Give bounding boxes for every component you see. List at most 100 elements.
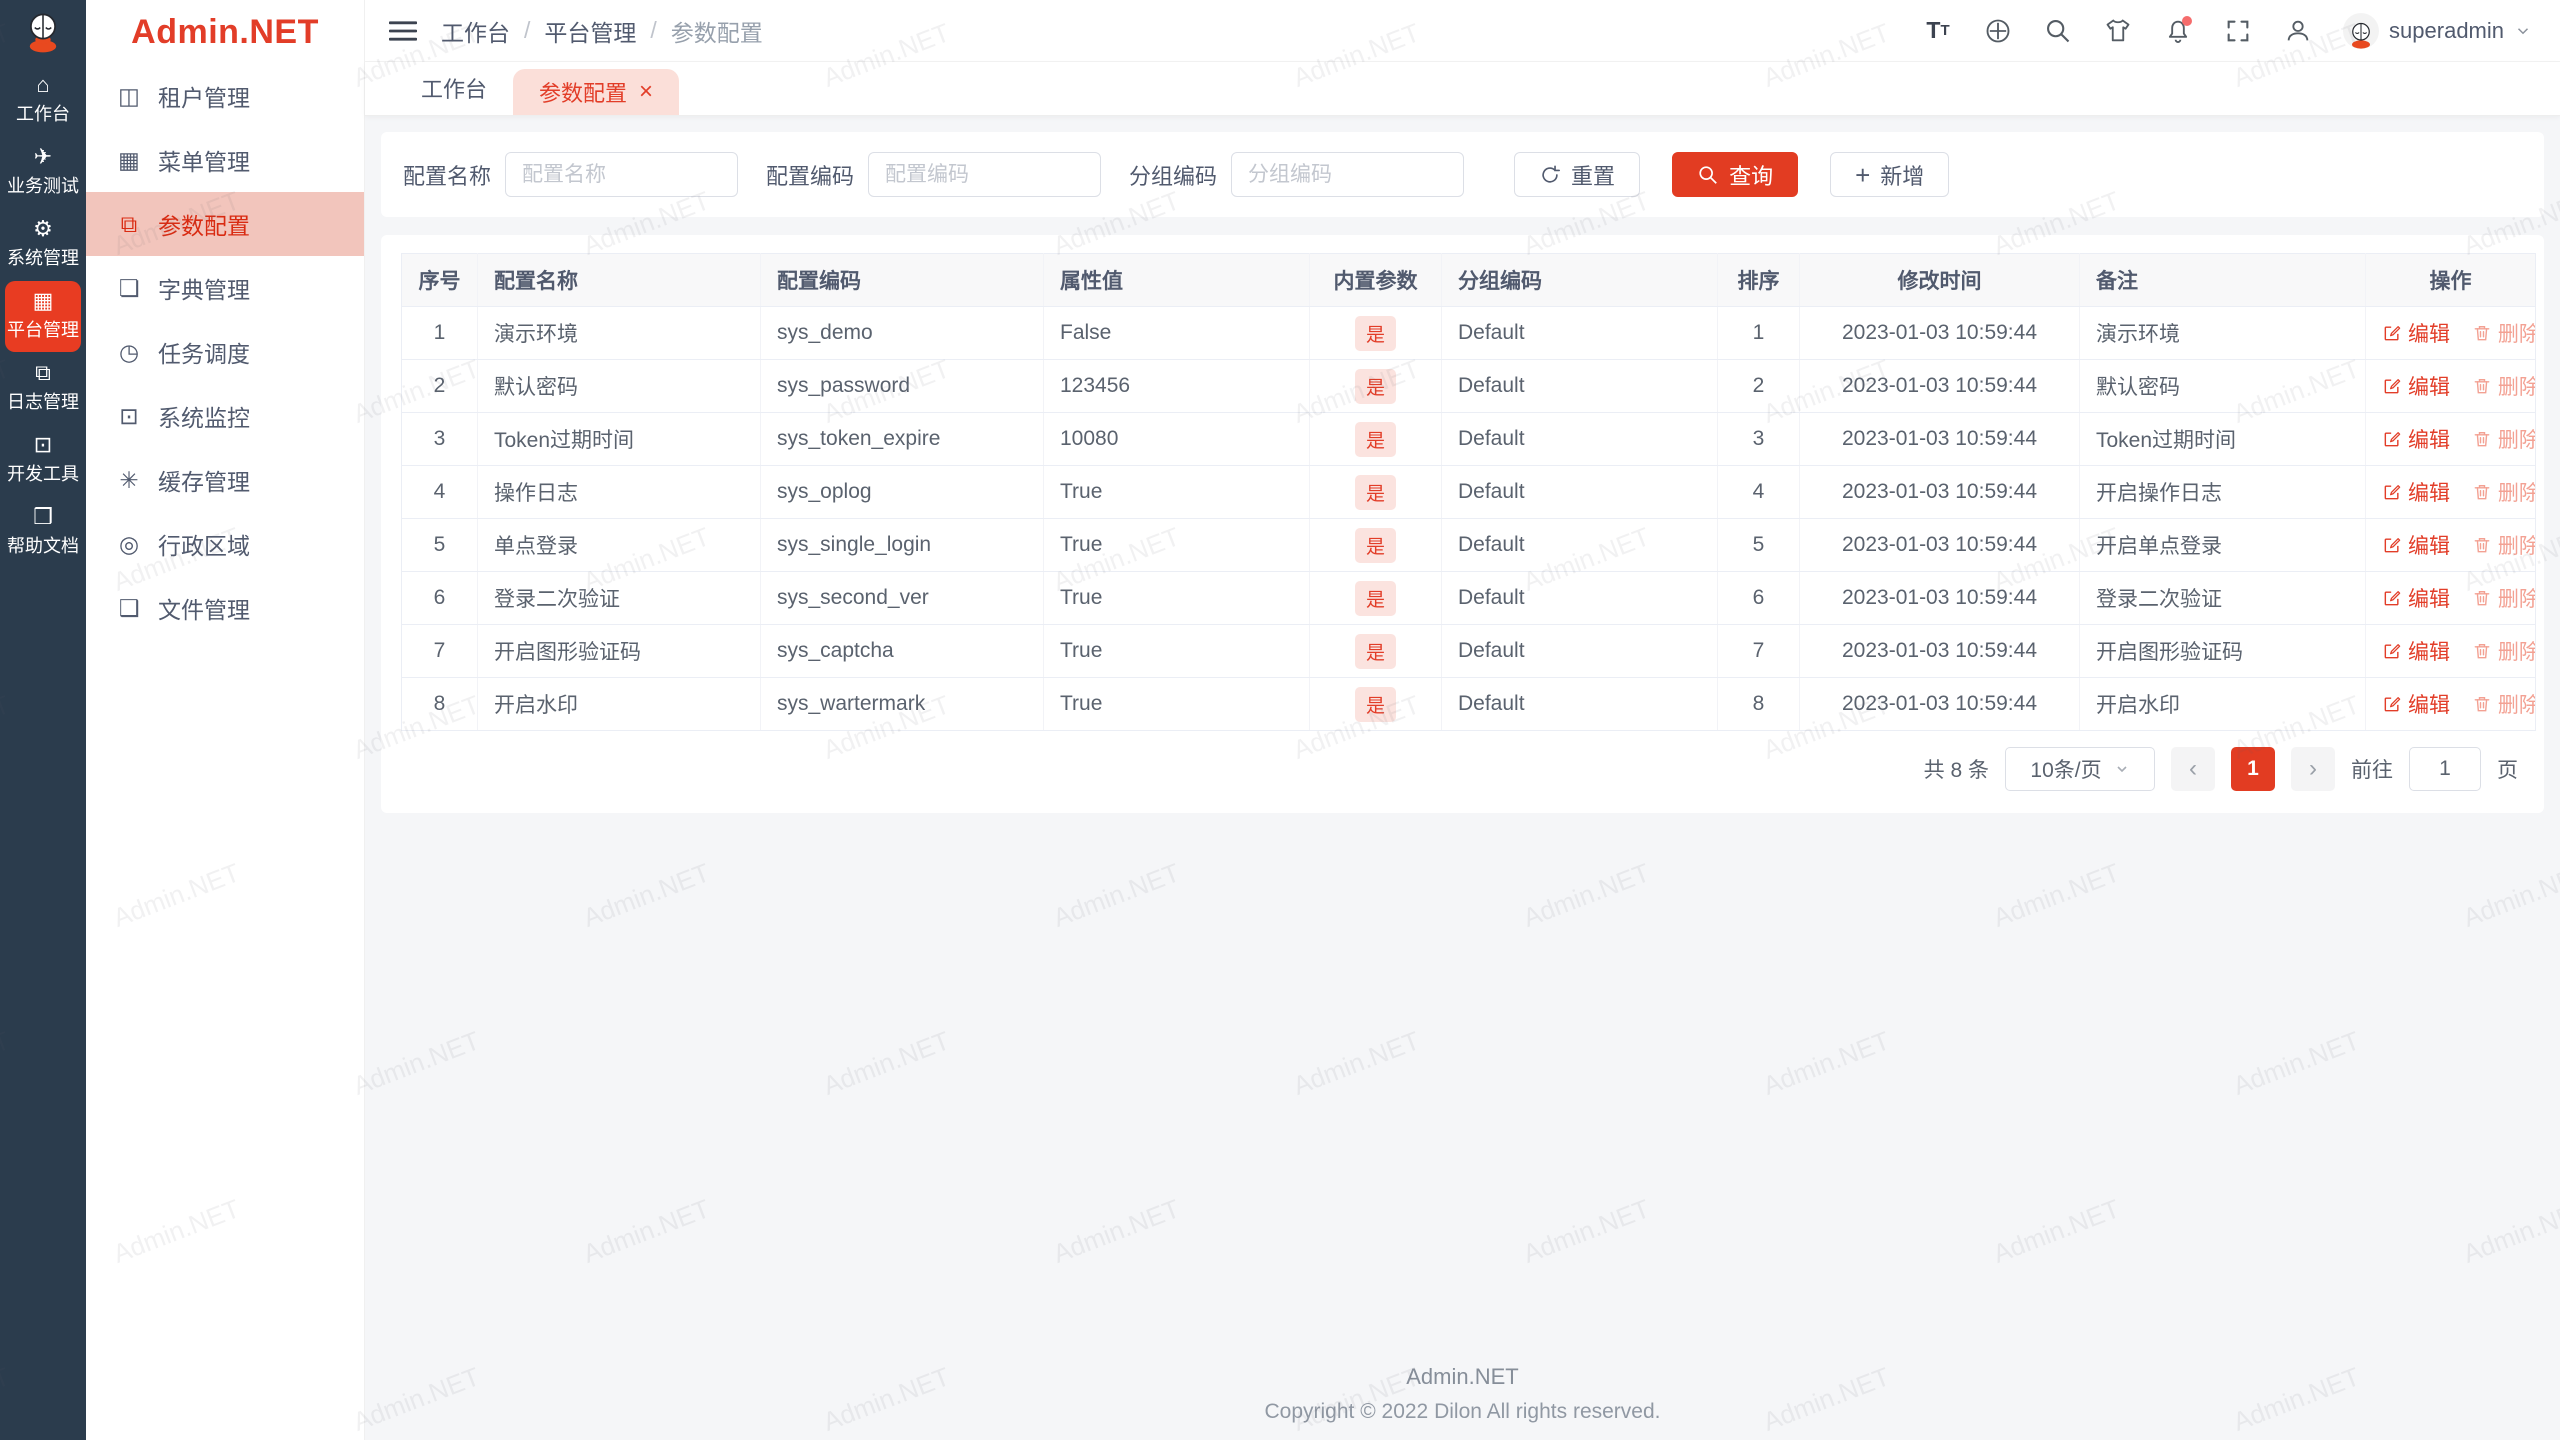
edit-button[interactable]: 编辑 (2382, 371, 2450, 401)
delete-button[interactable]: 删除 (2472, 583, 2536, 613)
chevron-down-icon (2117, 766, 2127, 773)
refresh-icon (1542, 164, 1561, 183)
rail-item-1[interactable]: ✈ 业务测试 (5, 137, 81, 208)
cell-group: Default (1441, 518, 1718, 572)
group-code-input[interactable] (1231, 152, 1465, 197)
sidebar-item-8[interactable]: ❑ 文件管理 (86, 576, 364, 640)
fullscreen-icon[interactable] (2223, 16, 2253, 46)
cell-remark: 开启水印 (2079, 677, 2366, 731)
delete-label: 删除 (2497, 428, 2536, 452)
column-header-6: 排序 (1717, 253, 1800, 307)
collapse-menu-icon[interactable] (389, 16, 419, 46)
delete-label: 删除 (2497, 534, 2536, 558)
column-header-4: 内置参数 (1309, 253, 1442, 307)
sidebar-item-3[interactable]: ❏ 字典管理 (86, 256, 364, 320)
notification-icon[interactable] (2163, 15, 2193, 46)
cell-config-code: sys_single_login (760, 518, 1044, 572)
rail-item-2[interactable]: ⚙ 系统管理 (5, 209, 81, 280)
config-name-input[interactable] (505, 152, 739, 197)
rail-item-label: 平台管理 (7, 320, 79, 340)
rail-item-icon: ⧉ (35, 360, 51, 385)
sidebar-item-4[interactable]: ◷ 任务调度 (86, 320, 364, 384)
config-code-input[interactable] (868, 152, 1102, 197)
edit-button[interactable]: 编辑 (2382, 583, 2450, 613)
font-size-icon[interactable]: TT (1923, 16, 1953, 46)
user-menu[interactable]: superadmin (2343, 12, 2532, 49)
next-page-button[interactable]: › (2291, 747, 2335, 791)
cell-remark: 默认密码 (2079, 359, 2366, 413)
table-card: 序号 配置名称 配置编码 属性值 内置参数 分组编码 排序 修改时间 备注 操作 1 演示环境 s… (381, 235, 2544, 813)
breadcrumb-item-platform[interactable]: 平台管理 (544, 14, 636, 48)
sidebar-item-6[interactable]: ✳ 缓存管理 (86, 448, 364, 512)
page-unit-label: 页 (2497, 759, 2518, 782)
reset-button[interactable]: 重置 (1514, 152, 1641, 197)
tab-0[interactable]: 工作台 (395, 61, 513, 115)
sidebar-item-7[interactable]: ◎ 行政区域 (86, 512, 364, 576)
cell-group: Default (1441, 465, 1718, 519)
page-size-select[interactable]: 10条/页 (2005, 747, 2155, 791)
cell-builtin: 是 (1309, 359, 1442, 413)
column-header-0: 序号 (401, 253, 478, 307)
current-page-button[interactable]: 1 (2231, 747, 2275, 791)
cell-config-name: 登录二次验证 (477, 571, 761, 625)
sidebar-item-icon: ▦ (118, 146, 140, 173)
tab-1[interactable]: 参数配置 × (513, 69, 680, 115)
search-button[interactable]: 查询 (1672, 152, 1799, 197)
language-icon[interactable] (1983, 16, 2013, 46)
cell-time: 2023-01-03 10:59:44 (1799, 518, 2080, 572)
sidebar-item-1[interactable]: ▦ 菜单管理 (86, 128, 364, 192)
sidebar-item-0[interactable]: ◫ 租户管理 (86, 64, 364, 128)
edit-button[interactable]: 编辑 (2382, 689, 2450, 719)
rail-item-3[interactable]: ▦ 平台管理 (5, 281, 81, 352)
rail-item-0[interactable]: ⌂ 工作台 (5, 65, 81, 136)
cell-config-name: 开启水印 (477, 677, 761, 731)
app-root: ⌂ 工作台 ✈ 业务测试 ⚙ 系统管理 ▦ 平台管理 ⧉ 日志管理 ⊡ 开发工具… (0, 0, 2560, 1440)
rail-item-4[interactable]: ⧉ 日志管理 (5, 353, 81, 424)
cell-config-code: sys_password (760, 359, 1044, 413)
edit-button[interactable]: 编辑 (2382, 424, 2450, 454)
delete-button[interactable]: 删除 (2472, 636, 2536, 666)
edit-button[interactable]: 编辑 (2382, 477, 2450, 507)
profile-icon[interactable] (2283, 16, 2313, 46)
edit-button[interactable]: 编辑 (2382, 636, 2450, 666)
column-header-1: 配置名称 (477, 253, 761, 307)
delete-button[interactable]: 删除 (2472, 371, 2536, 401)
add-button[interactable]: + 新增 (1830, 152, 1950, 197)
mascot-icon (29, 13, 57, 53)
rail-item-label: 业务测试 (7, 176, 79, 196)
column-header-9: 操作 (2365, 253, 2536, 307)
cell-value: False (1043, 306, 1310, 360)
prev-page-button[interactable]: ‹ (2171, 747, 2215, 791)
app-mascot-logo[interactable] (0, 0, 86, 64)
rail-item-5[interactable]: ⊡ 开发工具 (5, 425, 81, 496)
breadcrumb-item-workbench[interactable]: 工作台 (441, 14, 510, 48)
tab-close-icon[interactable]: × (639, 80, 653, 104)
sidebar-item-5[interactable]: ⊡ 系统监控 (86, 384, 364, 448)
goto-label: 前往 (2351, 759, 2393, 782)
delete-button[interactable]: 删除 (2472, 477, 2536, 507)
tab-bar: 工作台 参数配置 × (365, 62, 2560, 116)
cell-group: Default (1441, 677, 1718, 731)
delete-button[interactable]: 删除 (2472, 689, 2536, 719)
sidebar-item-2[interactable]: ⧉ 参数配置 (86, 192, 364, 256)
delete-button[interactable]: 删除 (2472, 424, 2536, 454)
delete-button[interactable]: 删除 (2472, 318, 2536, 348)
goto-page-input[interactable] (2409, 747, 2481, 791)
cell-config-name: 开启图形验证码 (477, 624, 761, 678)
edit-label: 编辑 (2408, 322, 2450, 346)
cell-remark: 演示环境 (2079, 306, 2366, 360)
builtin-tag: 是 (1354, 580, 1396, 616)
search-icon[interactable] (2043, 16, 2073, 46)
cell-config-name: 演示环境 (477, 306, 761, 360)
edit-button[interactable]: 编辑 (2382, 318, 2450, 348)
theme-icon[interactable] (2103, 16, 2133, 46)
delete-label: 删除 (2497, 481, 2536, 505)
cell-actions: 编辑 删除 (2365, 518, 2536, 572)
edit-button[interactable]: 编辑 (2382, 530, 2450, 560)
sidebar-item-icon: ✳ (119, 466, 139, 493)
cell-builtin: 是 (1309, 571, 1442, 625)
delete-button[interactable]: 删除 (2472, 530, 2536, 560)
builtin-tag: 是 (1354, 368, 1396, 404)
column-header-8: 备注 (2079, 253, 2366, 307)
rail-item-6[interactable]: ❒ 帮助文档 (5, 497, 81, 568)
